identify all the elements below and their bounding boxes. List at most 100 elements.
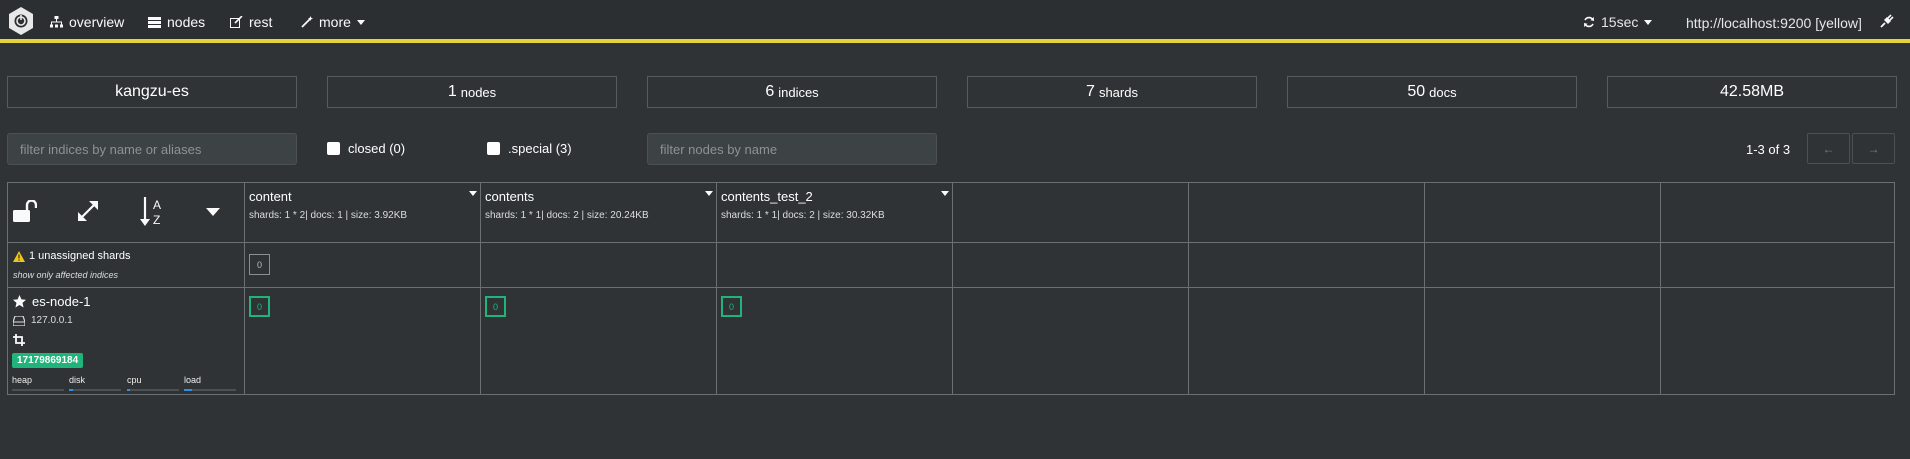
column-divider [1188, 183, 1189, 394]
index-meta: shards: 1 * 1| docs: 2 | size: 20.24KB [485, 210, 649, 221]
cpu-bar-fill [127, 389, 130, 391]
cluster-size: 42.58MB [1719, 83, 1785, 100]
heap-bar [12, 389, 64, 391]
index-name: content [249, 189, 292, 204]
load-bar-fill [184, 389, 192, 391]
refresh-interval-dropdown[interactable]: 15sec [1583, 14, 1653, 30]
node-heap-badge: 17179869184 [12, 353, 84, 368]
metric-label-load: load [184, 375, 202, 385]
node-shard-contents-test-2[interactable]: 0 [721, 296, 742, 317]
cluster-grid: A Z content shards: 1 * 2| docs: 1 | siz… [7, 182, 1895, 395]
cpu-bar [127, 389, 179, 391]
column-divider [716, 183, 717, 394]
column-divider [480, 183, 481, 394]
server-icon [148, 16, 161, 28]
indices-unit: indices [778, 84, 819, 100]
column-divider [1424, 183, 1425, 394]
closed-checkbox[interactable]: closed (0) [327, 141, 405, 156]
nav-nodes[interactable]: nodes [148, 14, 205, 30]
filter-nodes-input[interactable] [647, 133, 937, 165]
disk-bar-fill [69, 389, 74, 391]
column-divider [1660, 183, 1661, 394]
next-page-button[interactable]: → [1852, 133, 1895, 164]
crop-icon [13, 334, 25, 346]
shards-count: 7 [1086, 83, 1095, 100]
wand-icon [301, 16, 313, 28]
nodes-unit: nodes [460, 84, 497, 100]
nodes-count: 1 [447, 83, 457, 100]
nav-overview[interactable]: overview [50, 14, 124, 30]
metric-label-heap: heap [12, 375, 33, 385]
caret-down-icon [356, 19, 365, 25]
row-divider [8, 287, 1894, 288]
special-checkbox[interactable]: .special (3) [487, 141, 572, 156]
node-name-text: es-node-1 [32, 294, 91, 309]
special-checkbox-box[interactable] [487, 142, 500, 155]
nav-more[interactable]: more [301, 14, 365, 30]
refresh-interval-label: 15sec [1601, 14, 1639, 30]
unassigned-shard[interactable]: 0 [249, 254, 270, 275]
shards-unit: shards [1098, 84, 1138, 100]
caret-down-icon [1644, 19, 1653, 25]
star-icon [13, 295, 26, 308]
expand-icon[interactable] [77, 200, 99, 222]
disk-bar [69, 389, 121, 391]
docs-count: 50 [1407, 83, 1426, 100]
sort-alpha-icon[interactable]: A Z [140, 197, 166, 227]
show-affected-indices-link[interactable]: show only affected indices [13, 270, 118, 280]
closed-checkbox-label: closed (0) [348, 141, 406, 156]
nav-more-label: more [319, 14, 351, 30]
refresh-icon [1584, 16, 1594, 28]
index-name: contents_test_2 [721, 189, 813, 204]
pagination-info: 1-3 of 3 [1746, 142, 1791, 157]
cluster-name: kangzu-es [115, 83, 189, 100]
metric-label-disk: disk [69, 375, 86, 385]
hdd-icon [13, 315, 25, 326]
load-bar [184, 389, 236, 391]
stat-size: 42.58MB [1607, 76, 1897, 108]
unlock-icon[interactable] [13, 200, 37, 222]
index-header-contents[interactable]: contents shards: 1 * 1| docs: 2 | size: … [485, 189, 715, 221]
cluster-url[interactable]: http://localhost:9200 [yellow] [1686, 15, 1862, 31]
cerebro-logo-icon[interactable] [7, 6, 35, 36]
top-navbar: overview nodes rest more 15sec http://lo… [0, 0, 1910, 43]
prev-page-button[interactable]: ← [1807, 133, 1850, 164]
index-dropdown-caret-icon[interactable] [941, 191, 949, 196]
index-dropdown-caret-icon[interactable] [469, 191, 477, 196]
metric-label-cpu: cpu [127, 375, 142, 385]
nav-rest[interactable]: rest [230, 14, 272, 30]
warning-icon [13, 250, 25, 262]
node-ip: 127.0.0.1 [13, 315, 73, 326]
node-shard-content[interactable]: 0 [249, 296, 270, 317]
indices-count: 6 [765, 83, 775, 100]
nav-nodes-label: nodes [167, 14, 206, 30]
stat-cluster-name: kangzu-es [7, 76, 297, 108]
nav-rest-label: rest [249, 14, 273, 30]
special-checkbox-label: .special (3) [508, 141, 572, 156]
index-header-content[interactable]: content shards: 1 * 2| docs: 1 | size: 3… [249, 189, 479, 221]
row-divider [8, 242, 1894, 243]
stat-indices: 6 indices [647, 76, 937, 108]
node-name[interactable]: es-node-1 [13, 294, 91, 309]
plug-icon[interactable] [1880, 14, 1894, 28]
filter-indices-input[interactable] [7, 133, 297, 165]
closed-checkbox-box[interactable] [327, 142, 340, 155]
nav-overview-label: overview [69, 14, 125, 30]
docs-unit: docs [1429, 84, 1457, 100]
index-meta: shards: 1 * 1| docs: 2 | size: 30.32KB [721, 210, 885, 221]
sitemap-icon [50, 16, 63, 28]
column-divider [952, 183, 953, 394]
stat-docs: 50 docs [1287, 76, 1577, 108]
index-name: contents [485, 189, 535, 204]
edit-icon [230, 16, 243, 28]
index-meta: shards: 1 * 2| docs: 1 | size: 3.92KB [249, 210, 408, 221]
svg-text:A: A [153, 198, 161, 212]
index-header-contents-test-2[interactable]: contents_test_2 shards: 1 * 1| docs: 2 |… [721, 189, 951, 221]
index-dropdown-caret-icon[interactable] [705, 191, 713, 196]
node-ip-text: 127.0.0.1 [31, 315, 73, 326]
node-shard-contents[interactable]: 0 [485, 296, 506, 317]
column-divider [244, 183, 245, 394]
unassigned-shards-text: 1 unassigned shards [29, 250, 131, 262]
svg-text:Z: Z [153, 213, 160, 227]
caret-down-icon[interactable] [206, 208, 220, 216]
